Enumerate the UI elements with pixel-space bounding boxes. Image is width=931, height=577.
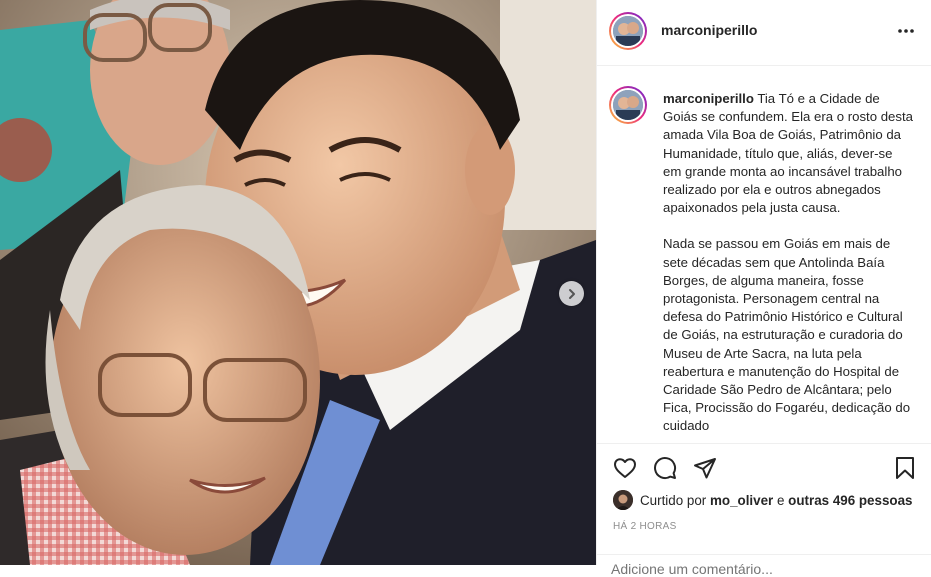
liker-avatar[interactable] bbox=[613, 490, 633, 510]
caption-area[interactable]: marconiperillo Tia Tó e a Cidade de Goiá… bbox=[597, 66, 931, 443]
post-actions: Curtido por mo_oliver e outras 496 pesso… bbox=[597, 443, 931, 577]
likes-conjunction: e bbox=[776, 492, 785, 508]
post-header: marconiperillo bbox=[597, 0, 931, 66]
post-side-panel: marconiperillo marconiperillo Tia Tó e a… bbox=[596, 0, 931, 577]
bookmark-icon bbox=[896, 457, 914, 479]
comment-button[interactable] bbox=[653, 456, 677, 485]
caption-paragraph-2: Nada se passou em Goiás em mais de sete … bbox=[663, 236, 911, 434]
share-icon bbox=[694, 458, 716, 479]
avatar-image bbox=[613, 16, 643, 46]
caption-text: marconiperillo Tia Tó e a Cidade de Goiá… bbox=[663, 90, 913, 443]
next-photo-button[interactable] bbox=[559, 281, 584, 306]
post-timestamp[interactable]: HÁ 2 HORAS bbox=[613, 521, 677, 532]
comment-input[interactable] bbox=[611, 561, 911, 577]
avatar-image bbox=[613, 90, 643, 120]
more-horizontal-icon bbox=[898, 29, 914, 33]
likes-others-link[interactable]: outras 496 pessoas bbox=[788, 493, 912, 508]
like-button[interactable] bbox=[613, 456, 637, 485]
likes-summary: Curtido por mo_oliver e outras 496 pesso… bbox=[613, 490, 912, 510]
post-photo[interactable] bbox=[0, 0, 596, 565]
more-options-button[interactable] bbox=[893, 21, 919, 41]
comment-icon bbox=[654, 457, 677, 480]
save-button[interactable] bbox=[893, 456, 917, 485]
likes-prefix: Curtido por bbox=[640, 492, 707, 508]
author-avatar[interactable] bbox=[609, 12, 647, 50]
caption-username[interactable]: marconiperillo bbox=[663, 91, 754, 106]
caption-paragraph: marconiperillo Tia Tó e a Cidade de Goiá… bbox=[663, 90, 913, 217]
caption-avatar[interactable] bbox=[609, 86, 647, 124]
post-image bbox=[0, 0, 596, 565]
caption-paragraph-1: Tia Tó e a Cidade de Goiás se confundem.… bbox=[663, 91, 913, 216]
chevron-right-icon bbox=[568, 288, 575, 299]
liker-username[interactable]: mo_oliver bbox=[710, 493, 773, 508]
share-button[interactable] bbox=[693, 456, 717, 485]
comment-box bbox=[597, 554, 931, 577]
heart-icon bbox=[614, 458, 636, 478]
author-username[interactable]: marconiperillo bbox=[661, 22, 757, 38]
